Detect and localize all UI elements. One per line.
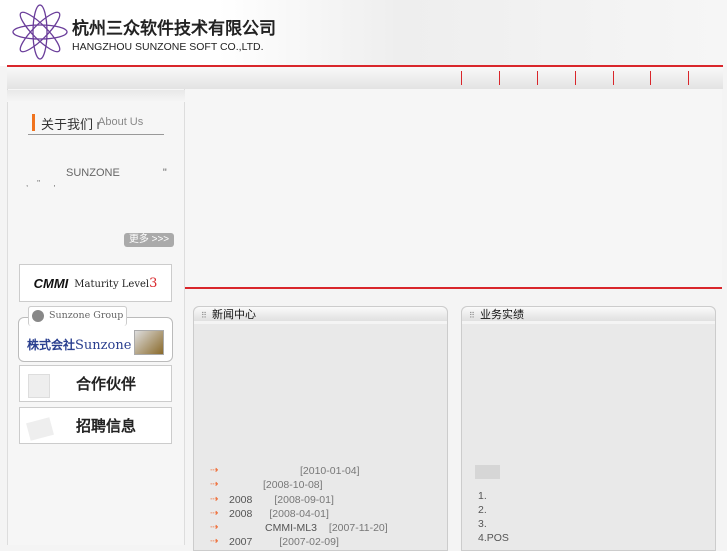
arrow-icon: ⇢ xyxy=(210,479,219,490)
about-text-line2: , " , xyxy=(26,179,56,188)
arrow-icon: ⇢ xyxy=(210,465,219,476)
grid-dots-icon: ⠿ xyxy=(201,311,207,320)
about-text: SUNZONE xyxy=(66,167,120,179)
business-item[interactable]: 4.POS xyxy=(478,532,509,544)
news-item[interactable]: ⇢ 2007 [2007-02-09] xyxy=(210,536,339,548)
box-icon xyxy=(28,374,50,398)
nav-bar xyxy=(7,67,723,89)
news-title-text: 2008 xyxy=(229,494,253,506)
company-name-en: HANGZHOU SUNZONE SOFT CO.,LTD. xyxy=(72,41,264,53)
news-item[interactable]: ⇢ 2008 [2008-04-01] xyxy=(210,508,329,520)
news-date: [2010-01-04] xyxy=(300,465,360,477)
content-divider xyxy=(185,287,722,289)
business-item[interactable]: 1. xyxy=(478,490,487,502)
news-title-text: 2008 xyxy=(229,508,253,520)
nav-separator xyxy=(613,71,614,85)
business-panel: ⠿ 业务实绩 1. 2. 3. 4.POS xyxy=(461,306,716,551)
grid-dots-icon: ⠿ xyxy=(469,311,475,320)
partners-banner[interactable]: 合作伙伴 xyxy=(19,365,172,402)
business-image-placeholder xyxy=(475,465,500,479)
sunzone-group-label: Sunzone Group xyxy=(49,310,124,321)
about-text-tail: " xyxy=(162,167,167,179)
business-item[interactable]: 3. xyxy=(478,518,487,530)
nav-separator xyxy=(688,71,689,85)
nav-separator xyxy=(537,71,538,85)
sunzone-japan-en: Sunzone xyxy=(75,338,132,353)
news-item[interactable]: ⇢ CMMI-ML3 [2007-11-20] xyxy=(210,522,388,534)
news-panel-header: ⠿ 新闻中心 xyxy=(194,307,447,324)
arrow-icon: ⇢ xyxy=(210,522,219,533)
business-item[interactable]: 2. xyxy=(478,504,487,516)
nav-separator xyxy=(650,71,651,85)
news-date: [2008-09-01] xyxy=(274,494,334,506)
jobs-banner[interactable]: 招聘信息 xyxy=(19,407,172,444)
about-accent-bar xyxy=(32,114,35,131)
business-title: 业务实绩 xyxy=(480,309,524,321)
news-date: [2007-02-09] xyxy=(279,536,339,548)
about-more-button[interactable]: 更多 >>> xyxy=(124,233,174,247)
lion-statue-image xyxy=(134,330,164,355)
paper-pen-icon xyxy=(26,417,54,441)
cmmi-banner[interactable]: CMMI Maturity Level3 xyxy=(19,264,172,302)
sunzone-logo-icon xyxy=(12,4,68,60)
nav-separator xyxy=(575,71,576,85)
company-name-cn: 杭州三众软件技术有限公司 xyxy=(72,19,276,39)
cmmi-level: 3 xyxy=(149,275,158,291)
sidebar-top xyxy=(7,90,185,102)
news-date: [2007-11-20] xyxy=(328,522,388,534)
about-title-cn: 关于我们 I xyxy=(41,114,99,133)
business-panel-header: ⠿ 业务实绩 xyxy=(462,307,715,324)
nav-separator xyxy=(461,71,462,85)
about-body: SUNZONE " , " , xyxy=(26,167,167,188)
cmmi-logo: CMMI xyxy=(33,275,69,291)
news-panel: ⠿ 新闻中心 ⇢ [2010-01-04] ⇢ [2008-10-08] ⇢ 2008 [… xyxy=(193,306,448,551)
partners-label: 合作伙伴 xyxy=(76,375,137,393)
news-date: [2008-10-08] xyxy=(263,479,323,491)
cmmi-label: Maturity Level xyxy=(74,278,150,290)
jobs-label: 招聘信息 xyxy=(76,417,137,435)
news-title-text: 2007 xyxy=(229,536,253,548)
news-item[interactable]: ⇢ 2008 [2008-09-01] xyxy=(210,494,334,506)
arrow-icon: ⇢ xyxy=(210,494,219,505)
sunzone-group-tab-overlay: Sunzone Group xyxy=(28,306,127,326)
news-item[interactable]: ⇢ [2008-10-08] xyxy=(210,479,323,491)
news-title-text: CMMI-ML3 xyxy=(265,522,317,534)
flash-banner-area xyxy=(185,89,722,287)
circle-arrow-icon xyxy=(32,310,44,322)
news-title: 新闻中心 xyxy=(212,309,256,321)
sunzone-japan-cn: 株式会社 xyxy=(27,338,76,352)
about-title-en: About Us xyxy=(98,116,144,128)
arrow-icon: ⇢ xyxy=(210,508,219,519)
about-title-cn-text: 关于我们 xyxy=(41,117,94,132)
news-date: [2008-04-01] xyxy=(269,508,329,520)
header-banner: 杭州三众软件技术有限公司 HANGZHOU SUNZONE SOFT CO.,L… xyxy=(0,0,727,66)
news-item[interactable]: ⇢ [2010-01-04] xyxy=(210,465,360,477)
arrow-icon: ⇢ xyxy=(210,536,219,547)
nav-separator xyxy=(499,71,500,85)
